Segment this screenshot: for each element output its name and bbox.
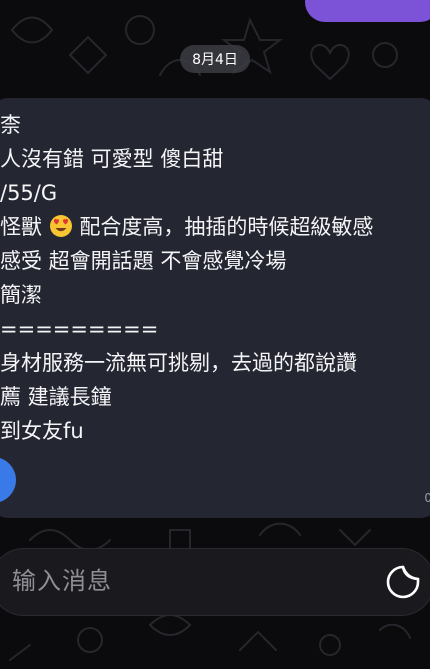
message-time: 0 (424, 491, 430, 505)
message-line-part: 怪獸 (0, 215, 42, 239)
message-line: 簡潔 (0, 283, 42, 307)
date-separator: 8月4日 (180, 45, 250, 73)
message-text: 柰 人沒有錯 可愛型 傻白甜 /55/G 怪獸 配合度高，抽插的時候超級敏感 感… (0, 108, 430, 448)
message-line: /55/G (0, 181, 58, 205)
message-line: 柰 (0, 113, 21, 137)
message-line-with-emoji: 怪獸 配合度高，抽插的時候超級敏感 (0, 210, 430, 244)
message-line: 感受 超會開話題 不會感覺冷場 (0, 249, 287, 273)
message-line: 人沒有錯 可愛型 傻白甜 (0, 147, 224, 171)
message-line: 到女友fu (0, 419, 84, 443)
message-line: 身材服務一流無可挑剔，去過的都說讚 (0, 351, 357, 375)
sticker-icon[interactable] (385, 564, 421, 600)
previous-outgoing-message[interactable] (305, 0, 430, 22)
message-line: 薦 建議長鐘 (0, 385, 112, 409)
heart-eyes-emoji-icon (49, 215, 72, 237)
message-input-placeholder[interactable]: 输入消息 (12, 563, 112, 599)
message-line-part: 配合度高，抽插的時候超級敏感 (79, 215, 374, 239)
message-line: ========= (0, 317, 159, 341)
